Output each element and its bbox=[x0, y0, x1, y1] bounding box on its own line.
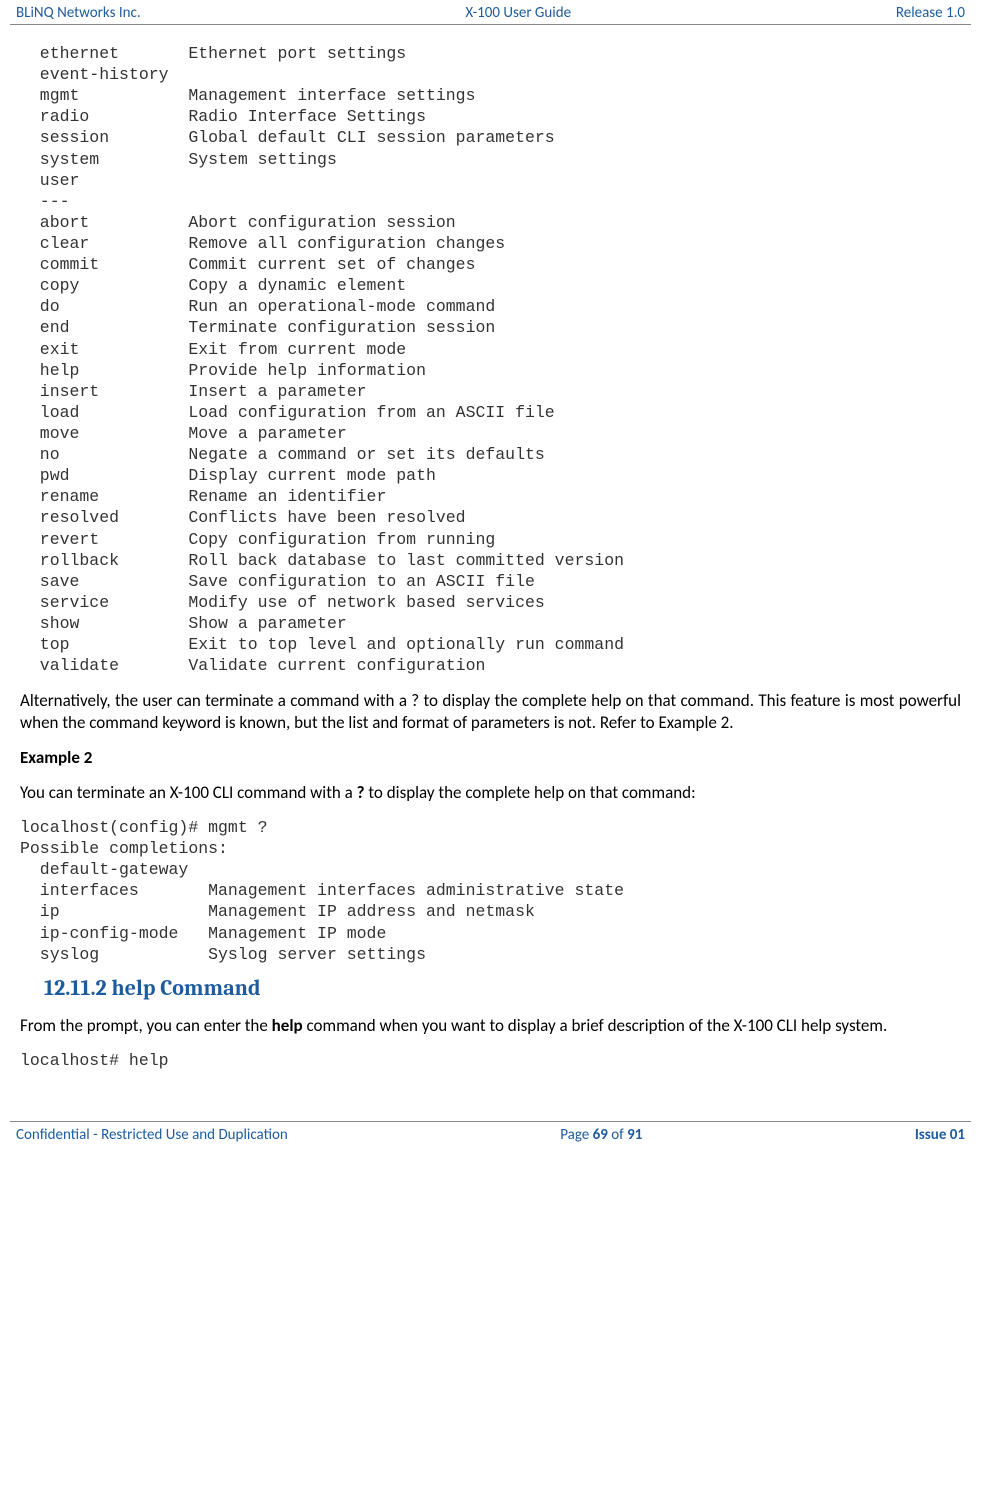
text-fragment: Page bbox=[560, 1126, 592, 1144]
text-fragment: From the prompt, you can enter the bbox=[20, 1015, 272, 1036]
example2-heading: Example 2 bbox=[20, 747, 961, 768]
paragraph-alternative: Alternatively, the user can terminate a … bbox=[20, 690, 961, 733]
footer-center: Page 69 of 91 bbox=[560, 1126, 642, 1144]
page-number-total: 91 bbox=[627, 1126, 642, 1144]
footer-left: Confidential - Restricted Use and Duplic… bbox=[16, 1126, 288, 1144]
header-right: Release 1.0 bbox=[896, 4, 965, 22]
page-footer: Confidential - Restricted Use and Duplic… bbox=[10, 1121, 971, 1148]
text-fragment: You can terminate an X-100 CLI command w… bbox=[20, 782, 357, 803]
page-content: ethernet Ethernet port settings event-hi… bbox=[10, 25, 971, 1081]
bold-help: help bbox=[272, 1015, 303, 1036]
bold-question-mark: ? bbox=[357, 782, 365, 803]
cli-output-help: localhost# help bbox=[20, 1050, 961, 1071]
text-fragment: to display the complete help on that com… bbox=[365, 782, 696, 803]
page-number-current: 69 bbox=[593, 1126, 608, 1144]
text-fragment: command when you want to display a brief… bbox=[303, 1015, 888, 1036]
paragraph-help-intro: From the prompt, you can enter the help … bbox=[20, 1015, 961, 1036]
cli-output-commands: ethernet Ethernet port settings event-hi… bbox=[20, 43, 961, 676]
footer-right: Issue 01 bbox=[915, 1126, 965, 1144]
paragraph-example2-intro: You can terminate an X-100 CLI command w… bbox=[20, 782, 961, 803]
section-heading-help-command: 12.11.2 help Command bbox=[44, 975, 961, 1001]
cli-output-mgmt: localhost(config)# mgmt ? Possible compl… bbox=[20, 817, 961, 965]
header-center: X-100 User Guide bbox=[141, 4, 896, 22]
text-fragment: of bbox=[608, 1126, 627, 1144]
header-left: BLiNQ Networks Inc. bbox=[16, 4, 141, 22]
page-header: BLiNQ Networks Inc. X-100 User Guide Rel… bbox=[10, 0, 971, 25]
